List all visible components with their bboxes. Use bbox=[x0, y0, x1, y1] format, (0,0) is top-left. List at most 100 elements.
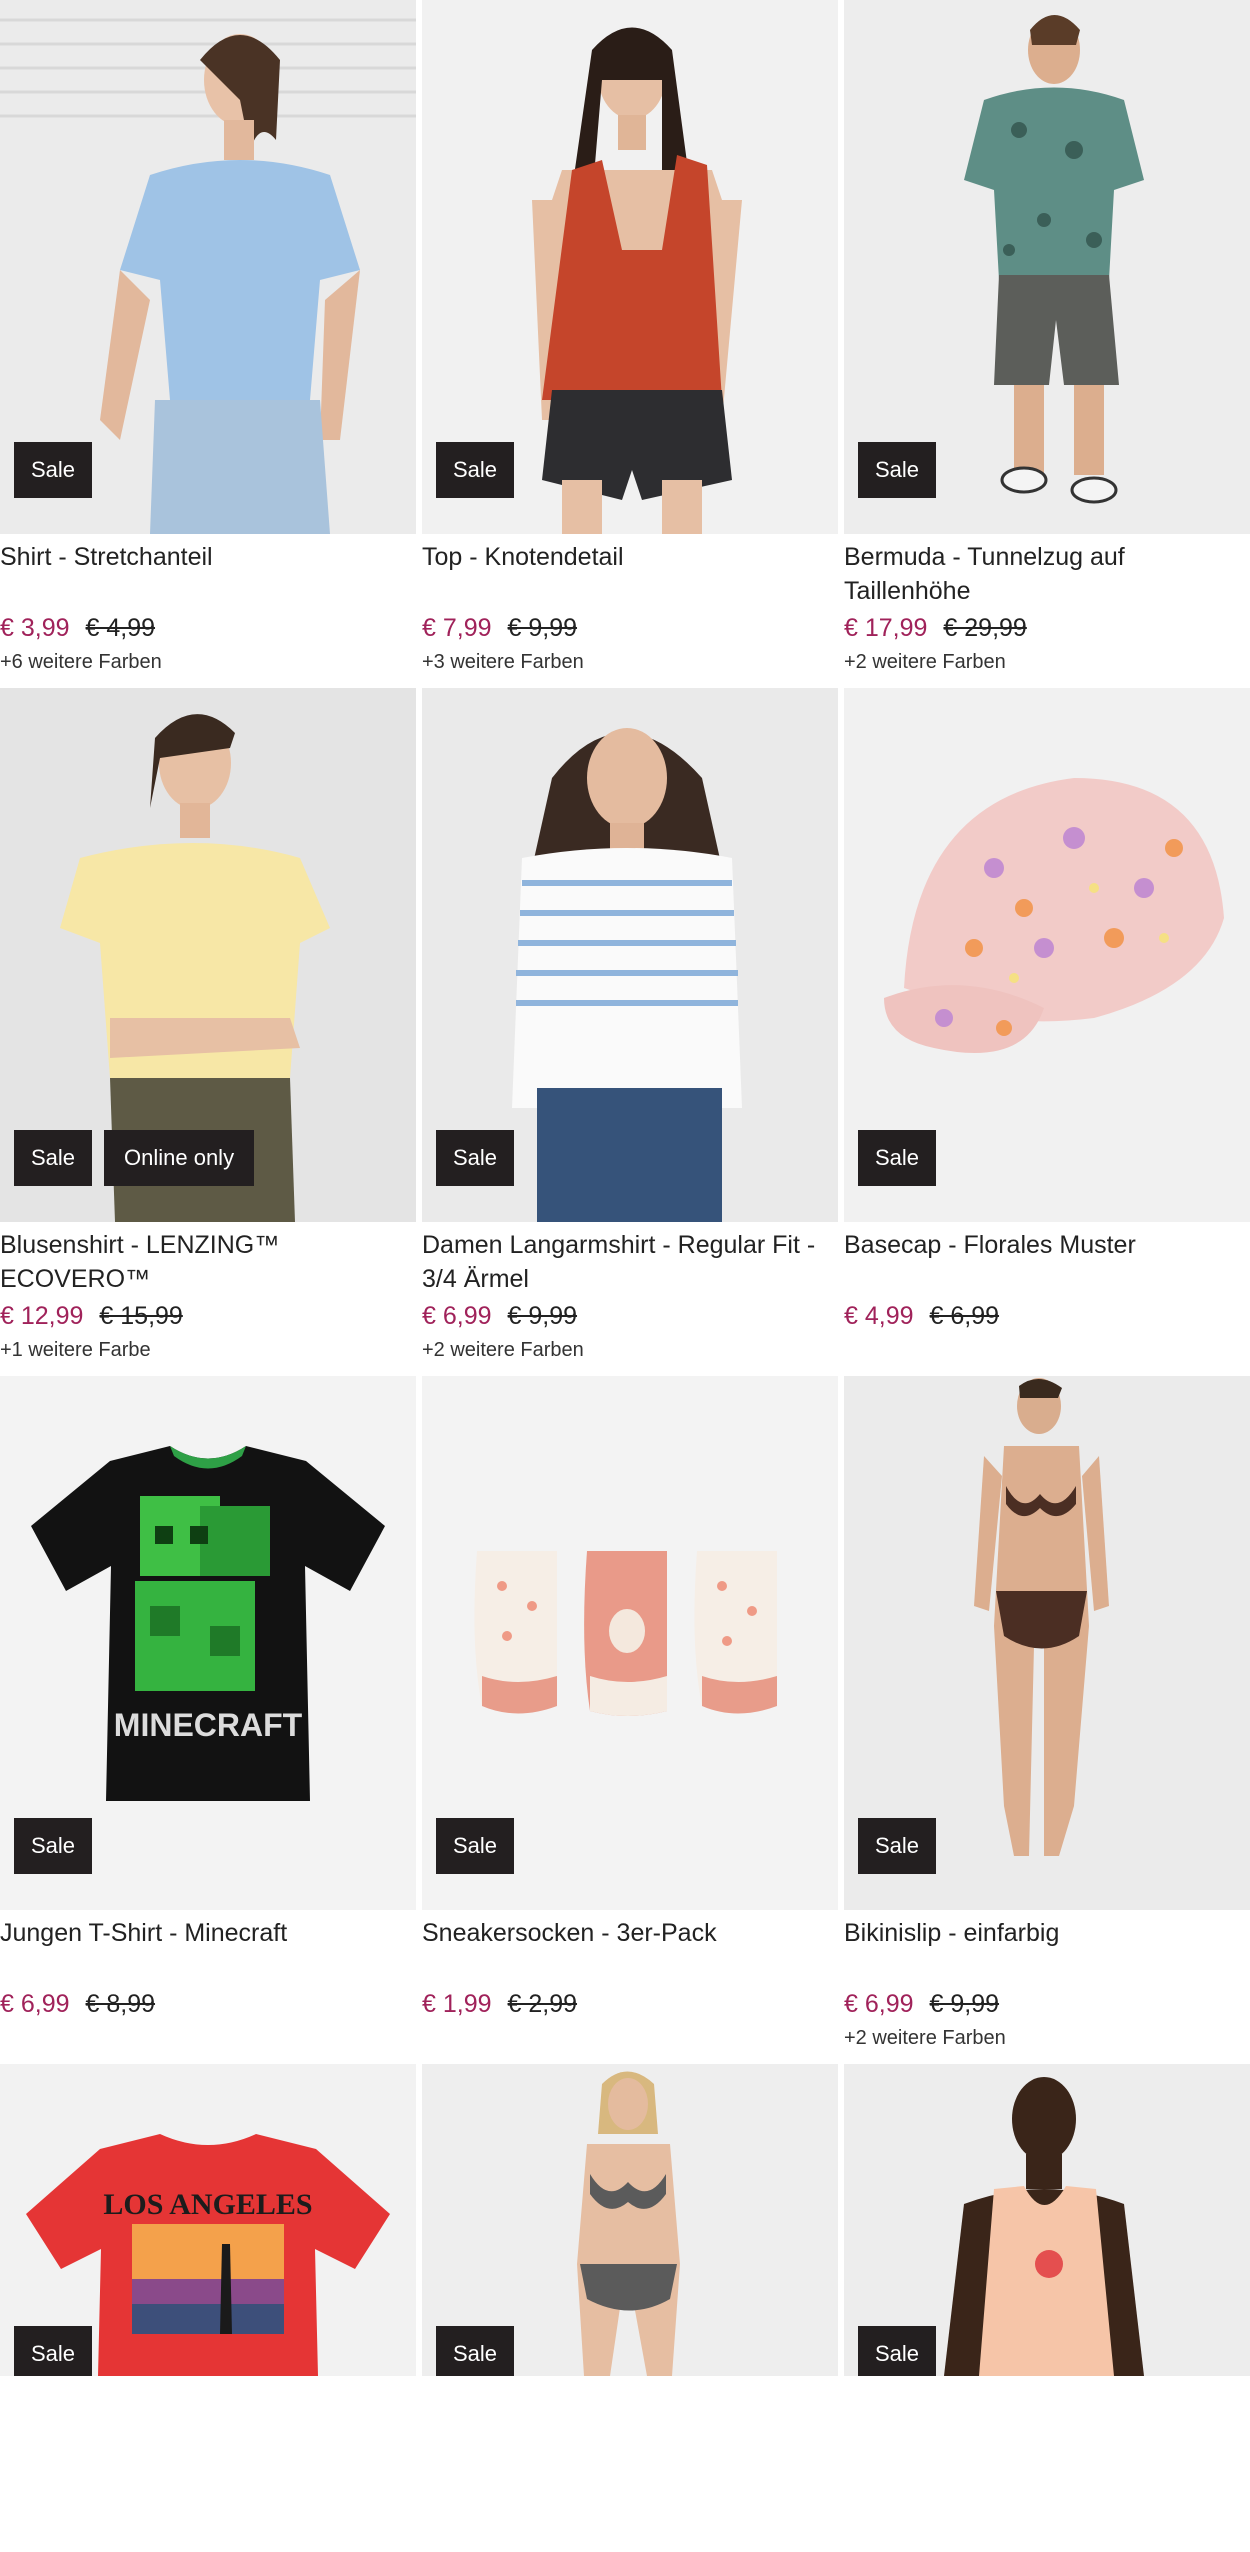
product-image[interactable]: Sale bbox=[844, 2064, 1250, 2376]
product-info: Jungen T-Shirt - Minecraft € 6,99 € 8,99 bbox=[0, 1910, 416, 2024]
product-card[interactable]: Sale Shirt - Stretchanteil € 3,99 € 4,99… bbox=[0, 0, 416, 688]
badge-group: Sale bbox=[14, 442, 92, 498]
product-card[interactable]: LOS ANGELES Sale bbox=[0, 2064, 416, 2376]
sale-price: € 4,99 bbox=[844, 1302, 914, 1330]
product-title[interactable]: Basecap - Florales Muster bbox=[844, 1228, 1250, 1296]
price-row: € 17,99 € 29,99 bbox=[844, 610, 1250, 646]
sale-badge: Sale bbox=[14, 1130, 92, 1186]
product-info: Basecap - Florales Muster € 4,99 € 6,99 bbox=[844, 1222, 1250, 1336]
more-colors-link[interactable]: +2 weitere Farben bbox=[844, 648, 1250, 676]
product-title[interactable]: Shirt - Stretchanteil bbox=[0, 540, 416, 608]
original-price: € 9,99 bbox=[507, 1302, 578, 1330]
product-card[interactable]: Sale Top - Knotendetail € 7,99 € 9,99 +3… bbox=[422, 0, 838, 688]
price-row: € 3,99 € 4,99 bbox=[0, 610, 416, 646]
product-card[interactable]: Sale Sneakersocken - 3er-Pack € 1,99 € 2… bbox=[422, 1376, 838, 2064]
product-image[interactable]: Sale bbox=[844, 688, 1250, 1222]
product-title[interactable]: Top - Knotendetail bbox=[422, 540, 838, 608]
price-row: € 6,99 € 9,99 bbox=[422, 1298, 838, 1334]
badge-group: Sale bbox=[436, 1818, 514, 1874]
sale-badge: Sale bbox=[858, 442, 936, 498]
sale-badge: Sale bbox=[14, 2326, 92, 2376]
product-card[interactable]: Sale bbox=[844, 2064, 1250, 2376]
sale-badge: Sale bbox=[436, 442, 514, 498]
product-info: Top - Knotendetail € 7,99 € 9,99 +3 weit… bbox=[422, 534, 838, 676]
original-price: € 9,99 bbox=[929, 1990, 1000, 2018]
original-price: € 29,99 bbox=[943, 614, 1027, 642]
price-row: € 12,99 € 15,99 bbox=[0, 1298, 416, 1334]
sale-badge: Sale bbox=[858, 1130, 936, 1186]
sale-badge: Sale bbox=[436, 1818, 514, 1874]
product-image[interactable]: Sale bbox=[422, 1376, 838, 1910]
badge-group: Sale bbox=[858, 442, 936, 498]
product-title[interactable]: Sneakersocken - 3er-Pack bbox=[422, 1916, 838, 1984]
sale-price: € 1,99 bbox=[422, 1990, 492, 2018]
product-image[interactable]: Sale bbox=[844, 0, 1250, 534]
product-info: Bermuda - Tunnelzug auf Taillenhöhe € 17… bbox=[844, 534, 1250, 676]
product-image[interactable]: LOS ANGELES Sale bbox=[0, 2064, 416, 2376]
product-title[interactable]: Bermuda - Tunnelzug auf Taillenhöhe bbox=[844, 540, 1250, 608]
product-image[interactable]: MINECRAFT Sale bbox=[0, 1376, 416, 1910]
product-card[interactable]: Sale Online only Blusenshirt - LENZING™ … bbox=[0, 688, 416, 1376]
product-title[interactable]: Damen Langarmshirt - Regular Fit - 3/4 Ä… bbox=[422, 1228, 838, 1296]
product-card[interactable]: Sale bbox=[422, 2064, 838, 2376]
original-price: € 4,99 bbox=[85, 614, 156, 642]
price-row: € 4,99 € 6,99 bbox=[844, 1298, 1250, 1334]
product-card[interactable]: MINECRAFT Sale Jungen T-Shirt - Minecraf… bbox=[0, 1376, 416, 2064]
product-title[interactable]: Jungen T-Shirt - Minecraft bbox=[0, 1916, 416, 1984]
product-image[interactable]: Sale bbox=[422, 2064, 838, 2376]
sale-badge: Sale bbox=[858, 2326, 936, 2376]
sale-badge: Sale bbox=[14, 442, 92, 498]
online-only-badge: Online only bbox=[104, 1130, 255, 1186]
more-colors-link[interactable]: +6 weitere Farben bbox=[0, 648, 416, 676]
badge-group: Sale bbox=[858, 1818, 936, 1874]
original-price: € 8,99 bbox=[85, 1990, 156, 2018]
more-colors-link[interactable]: +2 weitere Farben bbox=[844, 2024, 1250, 2052]
product-card[interactable]: Sale Bermuda - Tunnelzug auf Taillenhöhe… bbox=[844, 0, 1250, 688]
sale-badge: Sale bbox=[436, 2326, 514, 2376]
product-card[interactable]: Sale Damen Langarmshirt - Regular Fit - … bbox=[422, 688, 838, 1376]
product-image[interactable]: Sale bbox=[844, 1376, 1250, 1910]
badge-group: Sale bbox=[858, 1130, 936, 1186]
product-image[interactable]: Sale bbox=[0, 0, 416, 534]
product-image[interactable]: Sale bbox=[422, 0, 838, 534]
more-colors-link[interactable]: +2 weitere Farben bbox=[422, 1336, 838, 1364]
price-row: € 7,99 € 9,99 bbox=[422, 610, 838, 646]
sale-badge: Sale bbox=[858, 1818, 936, 1874]
original-price: € 2,99 bbox=[507, 1990, 578, 2018]
badge-group: Sale bbox=[14, 2326, 92, 2376]
more-colors-link[interactable]: +3 weitere Farben bbox=[422, 648, 838, 676]
product-grid: Sale Shirt - Stretchanteil € 3,99 € 4,99… bbox=[0, 0, 1250, 2376]
sale-price: € 6,99 bbox=[422, 1302, 492, 1330]
product-title[interactable]: Blusenshirt - LENZING™ ECOVERO™ bbox=[0, 1228, 416, 1296]
sale-price: € 12,99 bbox=[0, 1302, 84, 1330]
badge-group: Sale Online only bbox=[14, 1130, 255, 1186]
price-row: € 6,99 € 8,99 bbox=[0, 1986, 416, 2022]
sale-badge: Sale bbox=[436, 1130, 514, 1186]
original-price: € 6,99 bbox=[929, 1302, 1000, 1330]
los-angeles-graphic-text: LOS ANGELES bbox=[103, 2188, 312, 2221]
minecraft-graphic-text: MINECRAFT bbox=[114, 1707, 303, 1743]
product-card[interactable]: Sale Bikinislip - einfarbig € 6,99 € 9,9… bbox=[844, 1376, 1250, 2064]
product-title[interactable]: Bikinislip - einfarbig bbox=[844, 1916, 1250, 1984]
more-colors-link[interactable]: +1 weitere Farbe bbox=[0, 1336, 416, 1364]
sale-price: € 17,99 bbox=[844, 614, 928, 642]
badge-group: Sale bbox=[436, 1130, 514, 1186]
original-price: € 15,99 bbox=[99, 1302, 183, 1330]
product-image[interactable]: Sale Online only bbox=[0, 688, 416, 1222]
product-info: Blusenshirt - LENZING™ ECOVERO™ € 12,99 … bbox=[0, 1222, 416, 1364]
sale-price: € 3,99 bbox=[0, 614, 70, 642]
sale-price: € 6,99 bbox=[0, 1990, 70, 2018]
badge-group: Sale bbox=[858, 2326, 936, 2376]
badge-group: Sale bbox=[436, 442, 514, 498]
product-info: Sneakersocken - 3er-Pack € 1,99 € 2,99 bbox=[422, 1910, 838, 2024]
original-price: € 9,99 bbox=[507, 614, 578, 642]
product-info: Shirt - Stretchanteil € 3,99 € 4,99 +6 w… bbox=[0, 534, 416, 676]
product-info: Damen Langarmshirt - Regular Fit - 3/4 Ä… bbox=[422, 1222, 838, 1364]
sale-badge: Sale bbox=[14, 1818, 92, 1874]
product-image[interactable]: Sale bbox=[422, 688, 838, 1222]
product-card[interactable]: Sale Basecap - Florales Muster € 4,99 € … bbox=[844, 688, 1250, 1376]
sale-price: € 7,99 bbox=[422, 614, 492, 642]
badge-group: Sale bbox=[436, 2326, 514, 2376]
price-row: € 1,99 € 2,99 bbox=[422, 1986, 838, 2022]
product-info: Bikinislip - einfarbig € 6,99 € 9,99 +2 … bbox=[844, 1910, 1250, 2052]
